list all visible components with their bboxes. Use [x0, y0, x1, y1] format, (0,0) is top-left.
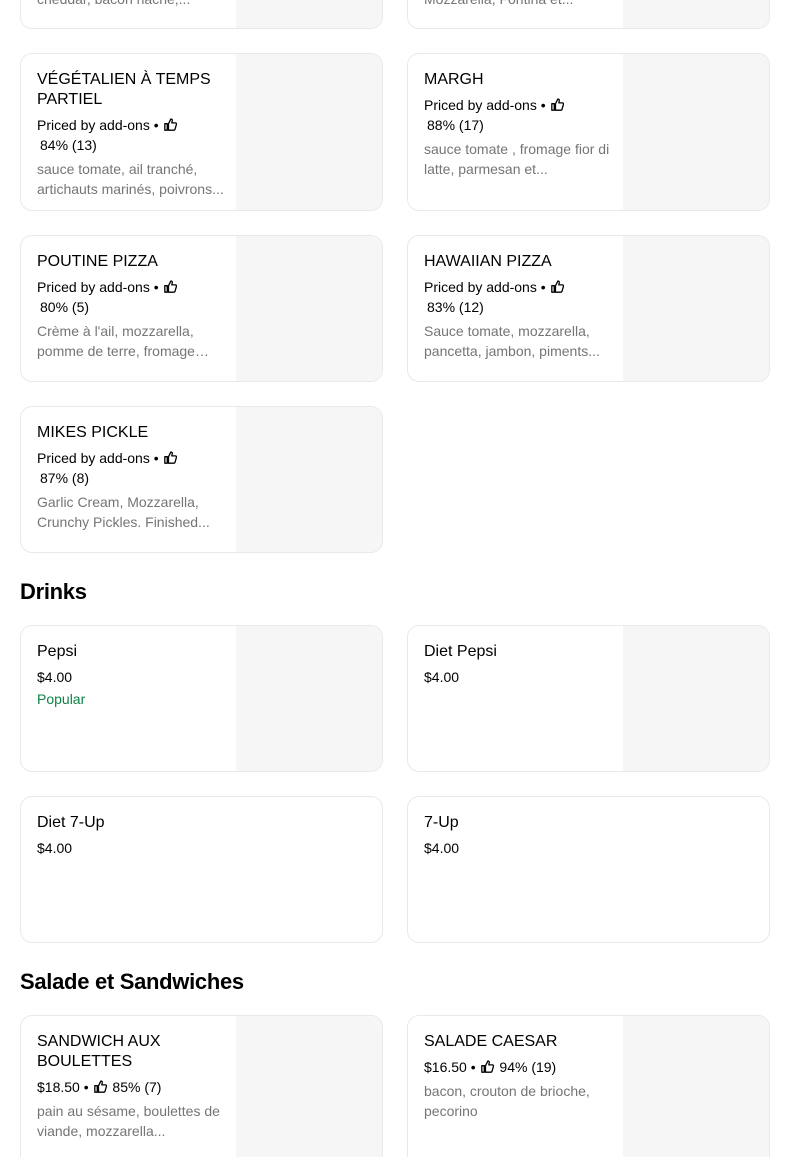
item-rating: 83% (12) [427, 299, 484, 315]
item-image [623, 54, 769, 210]
item-rating: 88% (17) [427, 117, 484, 133]
menu-item-card[interactable]: 7-Up $4.00 [407, 796, 770, 943]
item-image [236, 407, 382, 552]
item-description: sauce tomate , fromage fior di latte, pa… [424, 141, 610, 177]
item-price: $4.00 [424, 840, 460, 856]
item-rating: 84% (13) [40, 137, 97, 153]
menu-item-card[interactable]: MIKES PICKLE Priced by add-ons • 87% (8)… [20, 406, 383, 553]
menu-item-card[interactable]: SANDWICH AUX BOULETTES $18.50 • 85% (7) … [20, 1015, 383, 1157]
item-rating: 85% (7) [112, 1079, 162, 1095]
menu-page: cheddar, bacon haché,... Mozzarella, Fon… [0, 0, 804, 1157]
menu-item-card[interactable]: MARGH Priced by add-ons • 88% (17) sauce… [407, 53, 770, 211]
item-name: VÉGÉTALIEN À TEMPS PARTIEL [37, 71, 211, 108]
item-rating: 94% (19) [499, 1059, 557, 1075]
item-name: SANDWICH AUX BOULETTES [37, 1033, 161, 1070]
item-description: Garlic Cream, Mozzarella, Crunchy Pickle… [37, 494, 210, 530]
item-price: $18.50 • 85% (7) [37, 1079, 162, 1095]
item-rating: 80% (5) [40, 299, 90, 315]
item-price: $4.00 [424, 669, 460, 685]
menu-item-card[interactable]: HAWAIIAN PIZZA Priced by add-ons • 83% (… [407, 235, 770, 382]
item-image [623, 0, 769, 28]
item-description: Crème à l'ail, mozzarella, pomme de terr… [37, 323, 195, 359]
thumbs-up-icon [93, 1080, 107, 1093]
item-image [236, 1016, 382, 1157]
item-name: Pepsi [37, 643, 78, 660]
item-name: Diet Pepsi [424, 643, 497, 660]
item-name: Diet 7-Up [37, 814, 105, 831]
thumbs-up-icon [550, 280, 564, 293]
menu-item-card[interactable]: Diet Pepsi $4.00 [407, 625, 770, 772]
item-price: $4.00 [37, 669, 73, 685]
menu-item-card[interactable]: Pepsi $4.00 Popular [20, 625, 383, 772]
item-image [623, 236, 769, 381]
item-description: Sauce tomate, mozzarella, pancetta, jamb… [424, 323, 600, 359]
menu-item-card[interactable]: VÉGÉTALIEN À TEMPS PARTIEL Priced by add… [20, 53, 383, 211]
item-price: Priced by add-ons • [424, 95, 612, 115]
popular-badge: Popular [37, 691, 86, 707]
item-description: cheddar, bacon haché,... [37, 0, 225, 9]
item-name: SALADE CAESAR [424, 1033, 558, 1050]
thumbs-up-icon [163, 118, 177, 131]
item-name: POUTINE PIZZA [37, 253, 158, 270]
item-price: Priced by add-ons • [37, 448, 225, 468]
item-price: $16.50 • 94% (19) [424, 1059, 557, 1075]
section-title-drinks: Drinks [20, 579, 87, 604]
item-price: Priced by add-ons • [37, 115, 225, 135]
item-image [236, 54, 382, 210]
item-image [236, 236, 382, 381]
item-image [236, 626, 382, 771]
item-image [623, 626, 769, 771]
item-name: MIKES PICKLE [37, 424, 149, 441]
item-description: Mozzarella, Fontina et... [424, 0, 612, 9]
item-name: 7-Up [424, 814, 459, 831]
item-image [236, 0, 382, 28]
item-price: Priced by add-ons • [37, 277, 225, 297]
section-title-salads: Salade et Sandwiches [20, 969, 244, 994]
item-name: MARGH [424, 71, 484, 88]
menu-item-card[interactable]: cheddar, bacon haché,... [20, 0, 383, 29]
item-image [623, 1016, 769, 1157]
thumbs-up-icon [163, 451, 177, 464]
item-description: bacon, crouton de brioche, pecorino [424, 1083, 590, 1119]
item-rating: 87% (8) [40, 470, 90, 486]
menu-item-card[interactable]: POUTINE PIZZA Priced by add-ons • 80% (5… [20, 235, 383, 382]
item-description: sauce tomate, ail tranché, artichauts ma… [37, 161, 224, 197]
item-description: pain au sésame, boulettes de viande, moz… [37, 1103, 220, 1139]
thumbs-up-icon [480, 1060, 494, 1073]
thumbs-up-icon [163, 280, 177, 293]
menu-item-card[interactable]: Mozzarella, Fontina et... [407, 0, 770, 29]
menu-item-card[interactable]: SALADE CAESAR $16.50 • 94% (19) bacon, c… [407, 1015, 770, 1157]
item-price: $4.00 [37, 840, 73, 856]
item-price: Priced by add-ons • [424, 277, 612, 297]
thumbs-up-icon [550, 98, 564, 111]
item-name: HAWAIIAN PIZZA [424, 253, 552, 270]
menu-item-card[interactable]: Diet 7-Up $4.00 [20, 796, 383, 943]
